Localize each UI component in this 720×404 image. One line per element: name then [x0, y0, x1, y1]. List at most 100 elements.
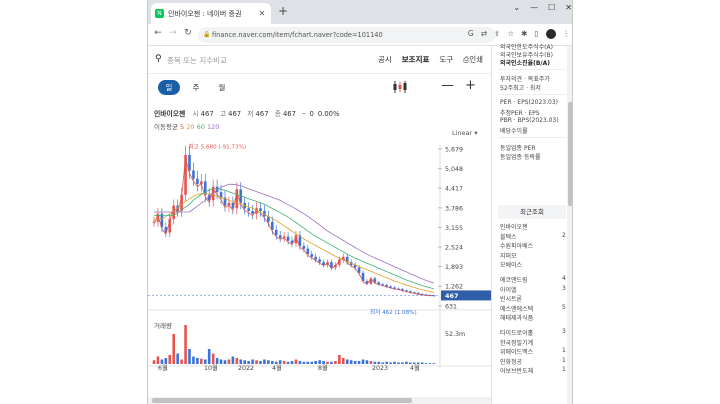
recent-item-name: 어보브반도체: [500, 368, 534, 376]
moving-average-line: [154, 183, 435, 284]
volume-bar: [338, 355, 341, 364]
stock-chart[interactable]: 5,679 5,048 4,417 3,786 3,155 2,524 1,893 1,262…: [148, 46, 491, 404]
recent-item[interactable]: 빈시트론: [500, 294, 566, 303]
volume-bar: [420, 362, 424, 364]
recent-item[interactable]: 인바이오젠: [500, 222, 566, 231]
candle-body: [322, 262, 325, 265]
horizontal-scroll-thumb[interactable]: [152, 398, 412, 403]
volume-bar: [416, 362, 420, 364]
recent-item-name: 인바이오젠: [500, 224, 528, 231]
translate-icon[interactable]: ⇄: [481, 29, 487, 39]
new-tab-icon[interactable]: +: [276, 4, 290, 18]
x-tick-label: 4월: [410, 363, 420, 372]
chevron-down-icon[interactable]: ⌄: [513, 3, 520, 12]
recent-item[interactable]: 어보브반도체 1: [500, 366, 566, 375]
tab-title: 인바이오젠 : 네이버 증권: [168, 9, 242, 18]
sidebar-scroll-thumb[interactable]: [568, 102, 572, 206]
volume-bar: [278, 360, 282, 364]
volume-bar: [290, 361, 294, 364]
sidepanel-icon[interactable]: ▯: [534, 29, 538, 39]
recent-item-count: 5: [562, 303, 566, 311]
volume-bar: [432, 363, 436, 364]
menu-kebab-icon[interactable]: ⋮: [563, 29, 571, 39]
candle-body: [219, 192, 223, 198]
recent-item-name: 에스엔에스텍: [500, 305, 534, 313]
recent-item[interactable]: 위메이드맥스 1: [500, 347, 566, 356]
browser-window: N 인바이오젠 : 네이버 증권 ✕ + ⌄ — ☐ ✕ ← → ↻ 🔒 fin…: [147, 0, 573, 404]
candle-body: [196, 178, 199, 185]
sidebar-scrollbar[interactable]: [567, 46, 572, 404]
y-tick-label: 1,893: [445, 264, 463, 271]
recent-item[interactable]: 인화정공 1: [500, 357, 566, 366]
candle-body: [302, 246, 306, 249]
forward-icon[interactable]: →: [167, 28, 179, 38]
volume-bar: [357, 361, 361, 364]
volume-bar: [397, 362, 400, 364]
volume-bar: [267, 360, 270, 364]
recent-item-name: 수원피아베스: [500, 243, 534, 251]
url-bar[interactable]: 🔒 finance.naver.com/item/fchart.naver?co…: [198, 27, 496, 43]
y-tick-label: 5,048: [445, 166, 463, 173]
volume-bar: [349, 360, 353, 364]
share-icon[interactable]: ⇪: [494, 29, 500, 39]
recent-item-name: 아이엘: [500, 286, 517, 294]
recent-item[interactable]: 블텍스 2: [500, 232, 566, 241]
volume-bar: [203, 359, 207, 364]
volume-bar: [377, 361, 381, 364]
close-window-icon[interactable]: ✕: [565, 3, 572, 12]
recent-item[interactable]: 아이엘 3: [500, 285, 566, 294]
x-tick-label: 4월: [272, 363, 282, 372]
recent-item-name: 타이드로이홀: [500, 330, 534, 337]
moving-average-line: [153, 157, 435, 297]
volume-bar: [255, 360, 258, 364]
recent-item-count: 1: [562, 347, 566, 355]
tab-close-icon[interactable]: ✕: [257, 9, 267, 18]
recent-item[interactable]: 수원피아베스: [500, 241, 566, 250]
min-price-annotation: 최저 462 (1.08%): [370, 308, 417, 316]
lock-icon: 🔒: [203, 31, 211, 38]
volume-bar: [219, 359, 223, 364]
volume-bar: [231, 356, 235, 364]
info-sidebar: 외국인한도주식수(A) 외국인보유주식수(B) 외국인소진율(B/A) 투자의견…: [491, 44, 572, 404]
volume-bar: [389, 362, 392, 364]
recent-item[interactable]: 모베이스: [500, 260, 566, 269]
browser-tab[interactable]: N 인바이오젠 : 네이버 증권 ✕: [151, 3, 271, 24]
back-icon[interactable]: ←: [152, 28, 164, 38]
sidebar-per-eps: PER · EPS(2023.03): [500, 99, 559, 106]
maximize-icon[interactable]: ☐: [548, 3, 555, 12]
candle-body: [192, 170, 195, 179]
x-tick-label: 6월: [158, 363, 168, 372]
candle-body: [278, 235, 282, 238]
recent-item[interactable]: 지퍼모: [500, 251, 566, 260]
recent-item-name: 지퍼모: [500, 252, 517, 260]
volume-bar: [412, 362, 416, 364]
volume-bar: [176, 353, 179, 364]
window-controls: ⌄ — ☐ ✕: [513, 3, 572, 12]
sidebar-foreign-ratio[interactable]: 외국인소진율(B/A): [500, 58, 550, 67]
volume-bar: [152, 360, 156, 364]
recent-item[interactable]: 타이드로이홀 3: [500, 328, 566, 337]
minimize-icon[interactable]: —: [530, 3, 538, 12]
recent-item[interactable]: 에코앤드림 4: [500, 275, 566, 284]
extensions-icon[interactable]: ✱: [521, 29, 527, 39]
bookmark-star-icon[interactable]: ☆: [507, 29, 514, 39]
reload-icon[interactable]: ↻: [182, 28, 194, 38]
recent-item[interactable]: 에스엔에스텍 5: [500, 304, 566, 313]
sidebar-pbr-bps: PBR · BPS(2023.03): [500, 117, 559, 124]
x-tick-label: 2023: [372, 365, 388, 372]
volume-bar: [409, 362, 412, 364]
volume-bar: [164, 358, 168, 364]
google-lens-icon[interactable]: G: [468, 29, 474, 39]
x-tick-label: 10월: [204, 363, 218, 372]
volume-bar: [247, 361, 250, 364]
recent-item[interactable]: 해태제과식품: [500, 313, 566, 322]
recent-item-count: 4: [562, 275, 566, 282]
recent-item[interactable]: 한국정밀기계: [500, 338, 566, 347]
volume-bar: [160, 359, 164, 364]
volume-bar: [235, 358, 239, 364]
horizontal-scrollbar[interactable]: [148, 397, 491, 404]
profile-avatar[interactable]: [545, 29, 556, 39]
volume-bar: [341, 358, 345, 364]
chart-pane: ⚲ 종목 또는 지수비교 공시 보조지표 도구 ⎙인쇄 일 주 월 — + 인바…: [148, 46, 491, 404]
volume-bar: [168, 355, 172, 364]
